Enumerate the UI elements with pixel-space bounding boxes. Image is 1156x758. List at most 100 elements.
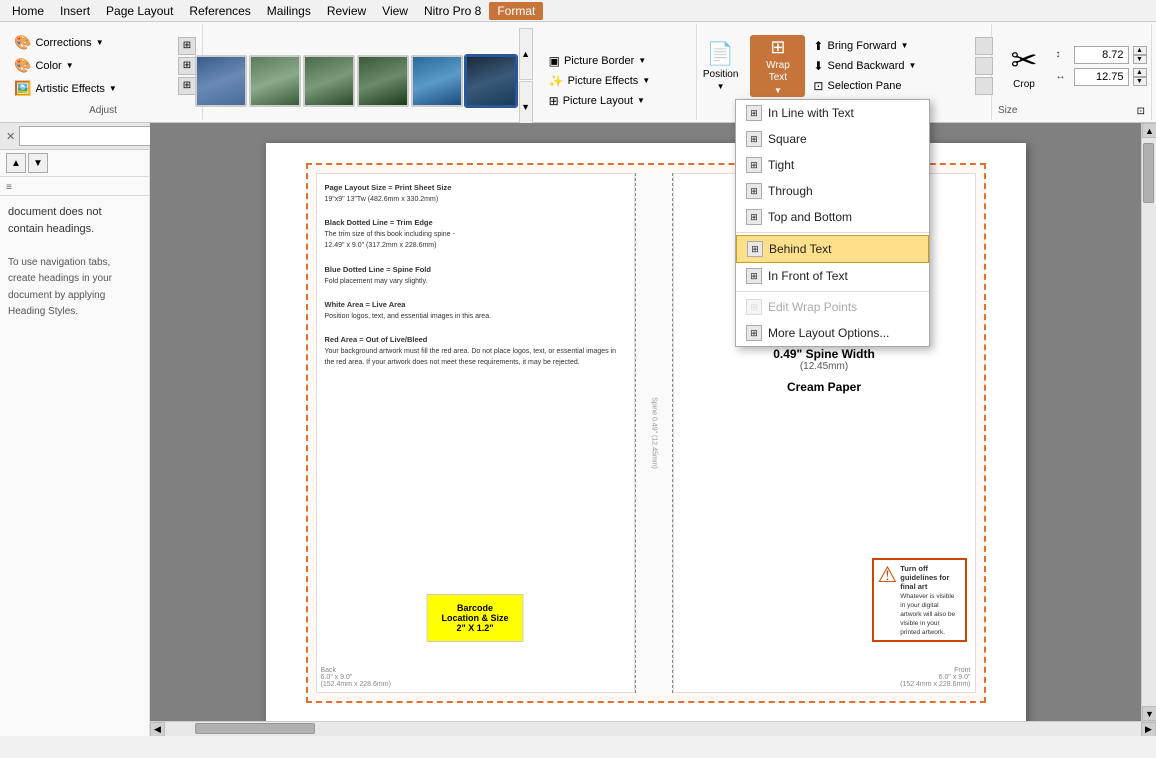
adjust-icon2[interactable]: ⊞ bbox=[178, 57, 196, 75]
selection-pane-label: Selection Pane bbox=[827, 80, 901, 92]
picture-border-arrow: ▼ bbox=[638, 56, 646, 65]
arrange-content: 📄 Position ▼ ⊞ WrapText ▼ ⬆ Bring Forwar… bbox=[695, 26, 994, 105]
arrange-side-buttons: ⬆ Bring Forward ▼ ⬇ Send Backward ▼ ⊡ Se… bbox=[809, 37, 969, 95]
menu-references[interactable]: References bbox=[181, 2, 258, 20]
scroll-down-button[interactable]: ▼ bbox=[1142, 706, 1156, 721]
send-backward-icon: ⬇ bbox=[813, 59, 823, 73]
menu-view[interactable]: View bbox=[374, 2, 416, 20]
bottom-scrollbar: ◀ ▶ bbox=[150, 721, 1156, 736]
scroll-track[interactable] bbox=[1142, 138, 1156, 706]
wrap-topbottom-item[interactable]: ⊞ Top and Bottom bbox=[736, 204, 929, 230]
adjust-group-content: 🎨 Corrections ▼ 🎨 Color ▼ 🖼️ Artistic Ef… bbox=[10, 26, 196, 105]
wrap-text-button[interactable]: ⊞ WrapText ▼ bbox=[750, 35, 805, 97]
scroll-left-button[interactable]: ◀ bbox=[150, 722, 165, 736]
warning-icon: ⚠ bbox=[878, 564, 898, 586]
wrap-front-item[interactable]: ⊞ In Front of Text bbox=[736, 263, 929, 289]
nav-close-icon[interactable]: ✕ bbox=[6, 128, 15, 144]
picture-effects-button[interactable]: ✨ Picture Effects ▼ bbox=[545, 72, 705, 90]
info-line-2: 19"x9" 13"Tw (482.6mm x 330.2mm) bbox=[325, 194, 626, 205]
info-line-3: Black Dotted Line = Trim Edge bbox=[325, 217, 626, 229]
picture-border-icon: ▣ bbox=[549, 54, 560, 68]
doc-area: Page Layout Size = Print Sheet Size 19"x… bbox=[150, 123, 1141, 721]
width-up[interactable]: ▲ bbox=[1133, 68, 1147, 77]
bring-forward-icon: ⬆ bbox=[813, 39, 823, 53]
menu-page-layout[interactable]: Page Layout bbox=[98, 2, 181, 20]
nav-tabs: ≡ bbox=[0, 177, 149, 196]
bring-forward-button[interactable]: ⬆ Bring Forward ▼ bbox=[809, 37, 969, 55]
wrap-tight-item[interactable]: ⊞ Tight bbox=[736, 152, 929, 178]
warning-text: Turn off guidelines for final art Whatev… bbox=[900, 564, 960, 636]
wrap-topbottom-label: Top and Bottom bbox=[768, 210, 852, 224]
nav-up-button[interactable]: ▲ bbox=[6, 153, 26, 173]
corrections-icon: 🎨 bbox=[14, 34, 31, 51]
wrap-editpoints-label: Edit Wrap Points bbox=[768, 300, 857, 314]
back-label: Back6.0" x 9.0"(152.4mm x 228.6mm) bbox=[321, 667, 391, 688]
ribbon-group-size: ✂ Crop ↕ ▲ ▼ ↔ bbox=[992, 24, 1152, 120]
wrap-inline-item[interactable]: ⊞ In Line with Text bbox=[736, 100, 929, 126]
picture-border-label: Picture Border bbox=[564, 55, 634, 67]
adjust-icon1[interactable]: ⊞ bbox=[178, 37, 196, 55]
picture-layout-button[interactable]: ⊞ Picture Layout ▼ bbox=[545, 92, 705, 110]
size-expand[interactable]: ⊡ bbox=[1137, 106, 1145, 117]
doc-wrapper: Page Layout Size = Print Sheet Size 19"x… bbox=[150, 123, 1156, 736]
menu-insert[interactable]: Insert bbox=[52, 2, 98, 20]
wrap-through-icon: ⊞ bbox=[746, 183, 762, 199]
picture-style-6[interactable] bbox=[465, 55, 517, 107]
picture-style-5[interactable] bbox=[411, 55, 463, 107]
wrap-tight-label: Tight bbox=[768, 158, 794, 172]
nav-down-button[interactable]: ▼ bbox=[28, 153, 48, 173]
height-down[interactable]: ▼ bbox=[1133, 55, 1147, 64]
picture-border-button[interactable]: ▣ Picture Border ▼ bbox=[545, 52, 705, 70]
picture-style-3[interactable] bbox=[303, 55, 355, 107]
menu-nitro[interactable]: Nitro Pro 8 bbox=[416, 2, 489, 20]
size-label: Size bbox=[998, 105, 1017, 118]
corrections-button[interactable]: 🎨 Corrections ▼ bbox=[10, 32, 170, 53]
wrap-inline-label: In Line with Text bbox=[768, 106, 854, 120]
ribbon-content: 🎨 Corrections ▼ 🎨 Color ▼ 🖼️ Artistic Ef… bbox=[0, 22, 1156, 122]
artistic-button[interactable]: 🖼️ Artistic Effects ▼ bbox=[10, 78, 170, 99]
nav-search-input[interactable] bbox=[19, 126, 171, 146]
crop-icon[interactable]: ✂ bbox=[1011, 41, 1038, 79]
adjust-icon3[interactable]: ⊞ bbox=[178, 77, 196, 95]
wrap-behind-item[interactable]: ⊞ Behind Text bbox=[736, 235, 929, 263]
wrap-tight-icon: ⊞ bbox=[746, 157, 762, 173]
selection-pane-icon: ⊡ bbox=[813, 79, 823, 93]
wrap-through-item[interactable]: ⊞ Through bbox=[736, 178, 929, 204]
selection-pane-button[interactable]: ⊡ Selection Pane bbox=[809, 77, 969, 95]
style-scroll-up[interactable]: ▲ bbox=[519, 28, 533, 80]
spine-mm-label: (12.45mm) bbox=[689, 361, 960, 372]
info-line-8: Position logos, text, and essential imag… bbox=[325, 311, 626, 322]
ribbon-group-picture-styles: ▲ ▼ ▣ Picture Border ▼ ✨ Picture Effects… bbox=[203, 24, 697, 120]
picture-style-2[interactable] bbox=[249, 55, 301, 107]
send-backward-button[interactable]: ⬇ Send Backward ▼ bbox=[809, 57, 969, 75]
picture-styles-row: ▲ ▼ bbox=[195, 28, 533, 133]
width-down[interactable]: ▼ bbox=[1133, 77, 1147, 86]
menu-format[interactable]: Format bbox=[489, 2, 543, 20]
color-arrow: ▼ bbox=[66, 61, 74, 70]
menu-mailings[interactable]: Mailings bbox=[259, 2, 319, 20]
height-up[interactable]: ▲ bbox=[1133, 46, 1147, 55]
arrange-icon1[interactable] bbox=[975, 37, 993, 55]
arrange-icon3[interactable] bbox=[975, 77, 993, 95]
wrap-square-item[interactable]: ⊞ Square bbox=[736, 126, 929, 152]
scroll-thumb[interactable] bbox=[1143, 143, 1154, 203]
menu-review[interactable]: Review bbox=[319, 2, 374, 20]
picture-effects-label: Picture Effects bbox=[568, 75, 639, 87]
wrap-behind-icon: ⊞ bbox=[747, 241, 763, 257]
width-input[interactable] bbox=[1074, 68, 1129, 86]
picture-style-4[interactable] bbox=[357, 55, 409, 107]
scroll-right-button[interactable]: ▶ bbox=[1141, 722, 1156, 736]
nav-notice-text: document does notcontain headings. bbox=[8, 206, 102, 235]
bottom-scroll-thumb[interactable] bbox=[195, 723, 315, 734]
spine-width-label: 0.49" Spine Width bbox=[689, 347, 960, 361]
bottom-scroll-track[interactable] bbox=[165, 722, 1141, 736]
wrap-moreoptions-item[interactable]: ⊞ More Layout Options... bbox=[736, 320, 929, 346]
color-button[interactable]: 🎨 Color ▼ bbox=[10, 55, 170, 76]
position-button[interactable]: 📄 Position ▼ bbox=[695, 39, 747, 93]
height-input[interactable] bbox=[1074, 46, 1129, 64]
scroll-up-button[interactable]: ▲ bbox=[1142, 123, 1156, 138]
arrange-icon2[interactable] bbox=[975, 57, 993, 75]
menu-home[interactable]: Home bbox=[4, 2, 52, 20]
picture-style-1[interactable] bbox=[195, 55, 247, 107]
nav-panel: ✕ 🔍 ▲ ▼ ≡ document does notcontain headi… bbox=[0, 123, 150, 736]
